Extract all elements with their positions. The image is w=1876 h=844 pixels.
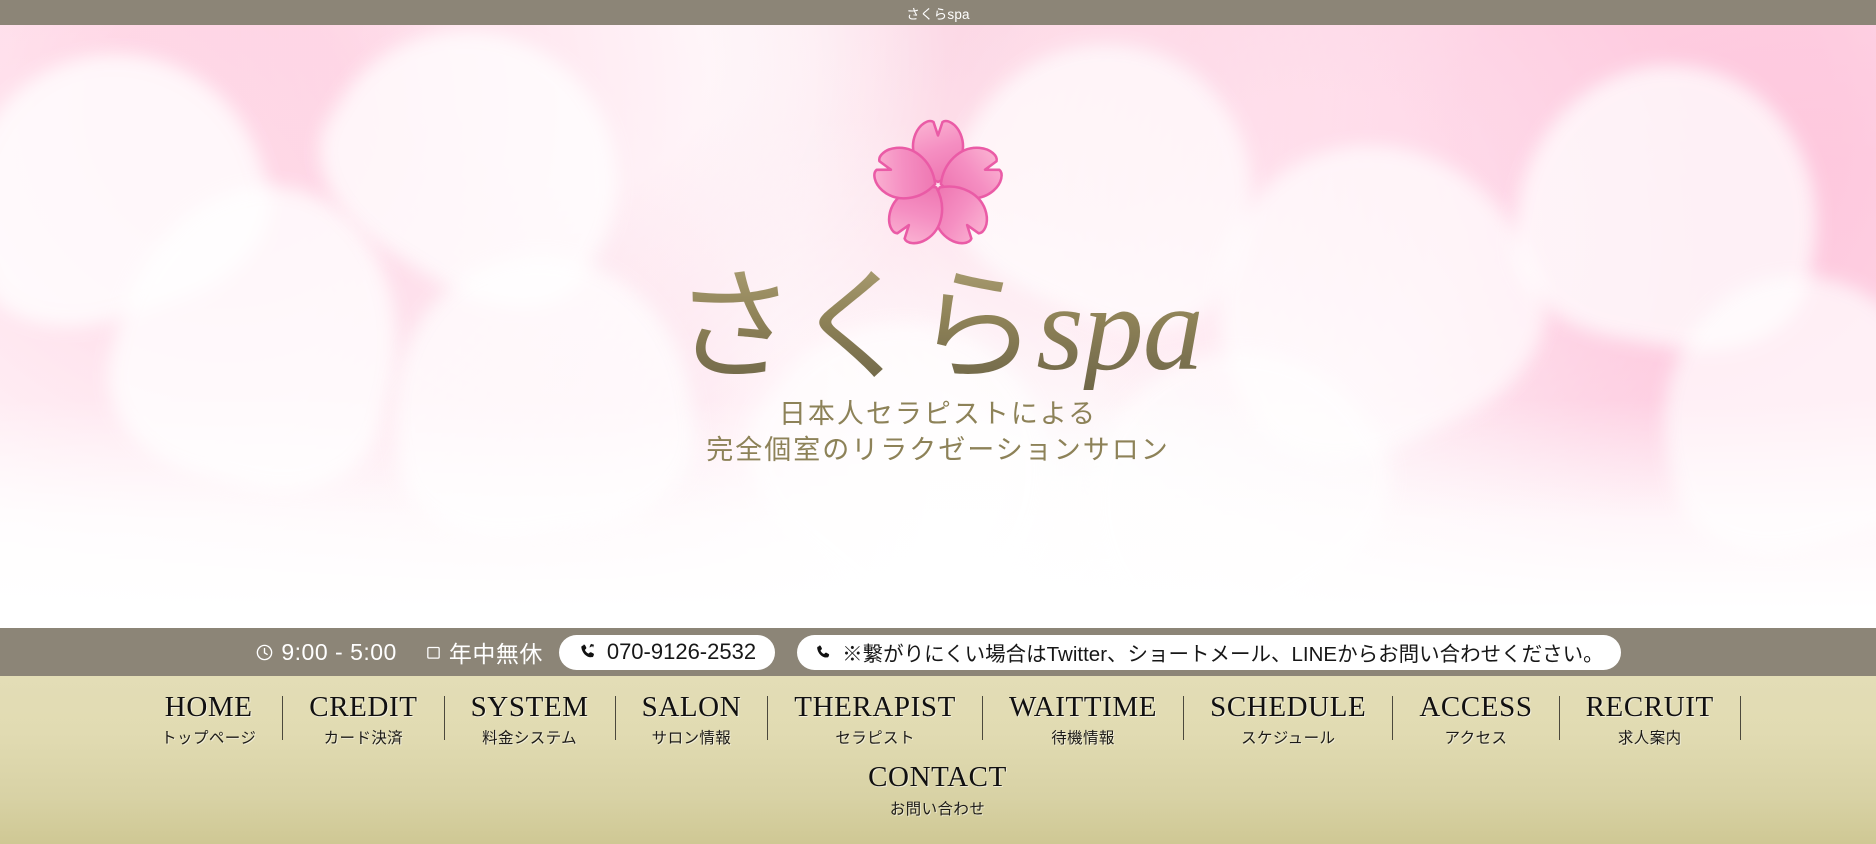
nav-item-label-en: SALON — [641, 691, 742, 723]
info-bar: 9:00 - 5:00 年中無休 070-9126-2532 ※繋がりにくい場合… — [0, 628, 1876, 676]
nav-separator — [1183, 696, 1185, 740]
nav-item-credit[interactable]: CREDIT カード決済 — [283, 692, 443, 748]
nav-item-label-jp: カード決済 — [323, 730, 404, 748]
nav-item-access[interactable]: ACCESS アクセス — [1393, 692, 1558, 748]
clock-icon — [255, 643, 274, 662]
nav-separator — [767, 696, 769, 740]
hero-tagline-line1: 日本人セラピストによる — [778, 399, 1098, 429]
nav-item-recruit[interactable]: RECRUIT 求人案内 — [1560, 692, 1740, 748]
nav-item-label-en: CREDIT — [309, 691, 418, 723]
logo-text-latin: spa — [1036, 261, 1203, 396]
site-logo-wordmark: さくらspa — [673, 268, 1202, 390]
hero-banner: さくらspa 日本人セラピストによる 完全個室のリラクゼーションサロン — [0, 25, 1876, 628]
nav-separator — [1558, 696, 1560, 740]
sakura-flower-icon — [863, 107, 1013, 262]
nav-separator — [443, 696, 445, 740]
nav-item-therapist[interactable]: THERAPIST セラピスト — [768, 692, 982, 748]
logo-text-jp: さくら — [673, 261, 1037, 396]
business-hours-text: 9:00 - 5:00 — [281, 638, 397, 665]
nav-item-waittime[interactable]: WAITTIME 待機情報 — [983, 692, 1183, 748]
nav-item-label-en: THERAPIST — [794, 691, 956, 723]
nav-item-label-jp: 料金システム — [482, 730, 578, 748]
phone-number-text: 070-9126-2532 — [606, 639, 757, 664]
nav-separator — [282, 696, 284, 740]
nav-separator — [981, 696, 983, 740]
nav-item-label-en: ACCESS — [1419, 691, 1533, 723]
window-titlebar: さくらspa — [0, 0, 1876, 25]
nav-item-label-jp: スケジュール — [1241, 730, 1336, 748]
nav-item-contact[interactable]: CONTACT お問い合わせ — [842, 762, 1033, 818]
phone-icon — [814, 643, 833, 662]
nav-item-salon[interactable]: SALON サロン情報 — [616, 692, 768, 748]
nav-separator — [1739, 696, 1741, 740]
nav-item-label-en: SYSTEM — [470, 691, 589, 723]
nav-item-label-jp: サロン情報 — [651, 730, 732, 748]
nav-item-label-jp: トップページ — [161, 730, 257, 748]
nav-separator — [614, 696, 616, 740]
window-title: さくらspa — [906, 6, 970, 22]
nav-item-label-jp: アクセス — [1444, 730, 1508, 748]
main-navigation: HOME トップページ CREDIT カード決済 SYSTEM 料金システム SALON サロ… — [0, 676, 1876, 844]
nav-item-label-jp: セラピスト — [835, 730, 915, 748]
nav-separator — [1392, 696, 1394, 740]
contact-note-text: ※繋がりにくい場合はTwitter、ショートメール、LINEからお問い合わせくだ… — [842, 643, 1604, 666]
nav-item-label-jp: 待機情報 — [1051, 730, 1115, 748]
nav-item-label-en: CONTACT — [868, 761, 1007, 794]
nav-item-schedule[interactable]: SCHEDULE スケジュール — [1184, 692, 1392, 748]
nav-row-secondary: CONTACT お問い合わせ — [0, 748, 1876, 818]
nav-item-label-jp: お問い合わせ — [889, 800, 986, 818]
nav-item-label-en: RECRUIT — [1585, 691, 1714, 723]
phone-number-button[interactable]: 070-9126-2532 — [558, 634, 776, 670]
nav-item-label-en: HOME — [164, 691, 253, 723]
phone-icon — [578, 642, 598, 662]
nav-item-label-jp: 求人案内 — [1617, 730, 1682, 748]
open-days-text: 年中無休 — [448, 641, 543, 667]
nav-row-primary: HOME トップページ CREDIT カード決済 SYSTEM 料金システム SALON サロ… — [0, 676, 1876, 748]
nav-item-label-en: SCHEDULE — [1210, 691, 1367, 723]
nav-item-system[interactable]: SYSTEM 料金システム — [445, 692, 615, 748]
business-hours-group: 9:00 - 5:00 年中無休 — [255, 635, 542, 669]
calendar-icon — [425, 644, 442, 661]
contact-note-button[interactable]: ※繋がりにくい場合はTwitter、ショートメール、LINEからお問い合わせくだ… — [797, 634, 1621, 670]
hero-tagline-line2: 完全個室のリラクゼーションサロン — [706, 435, 1170, 466]
nav-item-label-en: WAITTIME — [1008, 691, 1158, 723]
nav-item-home[interactable]: HOME トップページ — [135, 692, 282, 748]
